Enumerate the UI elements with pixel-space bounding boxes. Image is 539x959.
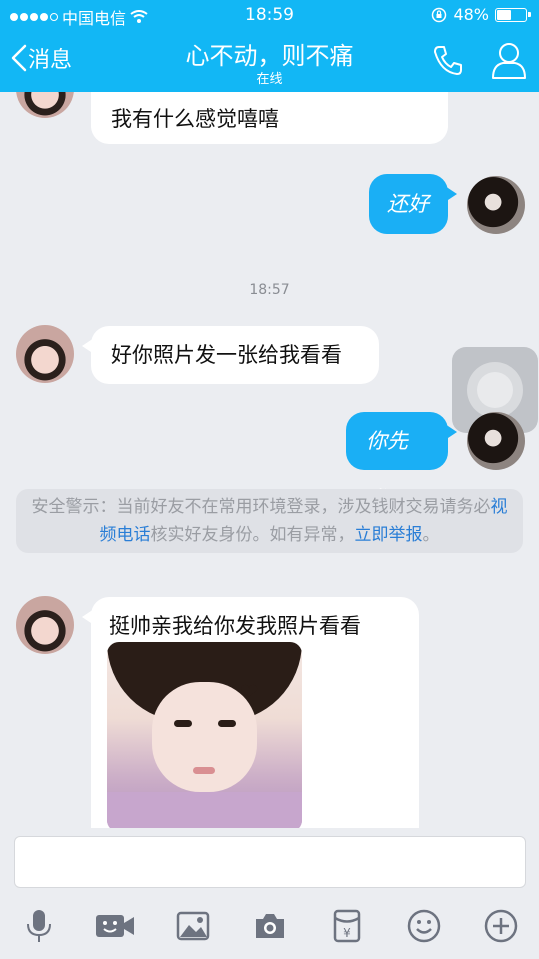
- incoming-message[interactable]: 好你照片发一张给我看看: [82, 326, 379, 384]
- person-icon: [492, 43, 526, 79]
- svg-text:¥: ¥: [343, 926, 351, 940]
- top-bar: 中国电信 18:59 48% 消息 心不动，则不痛 在线: [0, 0, 539, 92]
- battery-percent: 48%: [453, 5, 489, 24]
- more-button[interactable]: [478, 903, 524, 949]
- voice-button[interactable]: [16, 903, 62, 949]
- message-text: 我有什么感觉嘻嘻: [111, 107, 279, 131]
- battery-icon: [495, 7, 531, 22]
- outgoing-message[interactable]: 你先发: [346, 412, 457, 511]
- message-text: 挺帅亲我给你发我照片看看: [109, 614, 361, 638]
- message-text: 好你照片发一张给我看看: [111, 343, 342, 367]
- message-input[interactable]: [14, 836, 526, 888]
- security-warning: 安全警示：当前好友不在常用环境登录，涉及钱财交易请务必视频电话核实好友身份。如有…: [16, 489, 523, 553]
- emoji-icon: [407, 909, 441, 943]
- camera-button[interactable]: [247, 903, 293, 949]
- phone-icon: [434, 46, 462, 75]
- message-timestamp: 18:57: [249, 282, 290, 298]
- contact-avatar[interactable]: [16, 92, 74, 118]
- contact-avatar[interactable]: [16, 325, 74, 383]
- message-text: 还好: [387, 192, 429, 216]
- rotation-lock-icon: [432, 7, 447, 22]
- image-icon: [176, 911, 210, 941]
- red-packet-icon: ¥: [333, 909, 361, 943]
- red-packet-button[interactable]: ¥: [324, 903, 370, 949]
- microphone-icon: [27, 910, 51, 942]
- call-button[interactable]: [430, 42, 466, 82]
- video-button[interactable]: [92, 903, 138, 949]
- image-button[interactable]: [170, 903, 216, 949]
- outgoing-message[interactable]: 还好: [369, 174, 457, 234]
- message-list[interactable]: 感！我对你的感觉不错嘛，你对 我有什么感觉嘻嘻 还好 18:57 好你照片发一张…: [0, 92, 539, 828]
- emoji-button[interactable]: [401, 903, 447, 949]
- incoming-message[interactable]: 感！我对你的感觉不错嘛，你对 我有什么感觉嘻嘻: [91, 92, 448, 144]
- my-avatar[interactable]: [467, 176, 525, 234]
- video-icon: [96, 915, 134, 937]
- heart-icon: ❤: [240, 680, 259, 705]
- camera-icon: [256, 914, 284, 938]
- status-bar: 中国电信 18:59 48%: [0, 0, 539, 30]
- shared-photo[interactable]: ❤: [107, 642, 302, 828]
- report-link[interactable]: 立即举报: [355, 525, 423, 545]
- plus-icon: [484, 909, 518, 943]
- compose-area: ¥: [0, 828, 539, 959]
- battery-fill: [497, 9, 512, 20]
- profile-button[interactable]: [490, 40, 528, 84]
- my-avatar[interactable]: [467, 412, 525, 470]
- contact-avatar[interactable]: [16, 596, 74, 654]
